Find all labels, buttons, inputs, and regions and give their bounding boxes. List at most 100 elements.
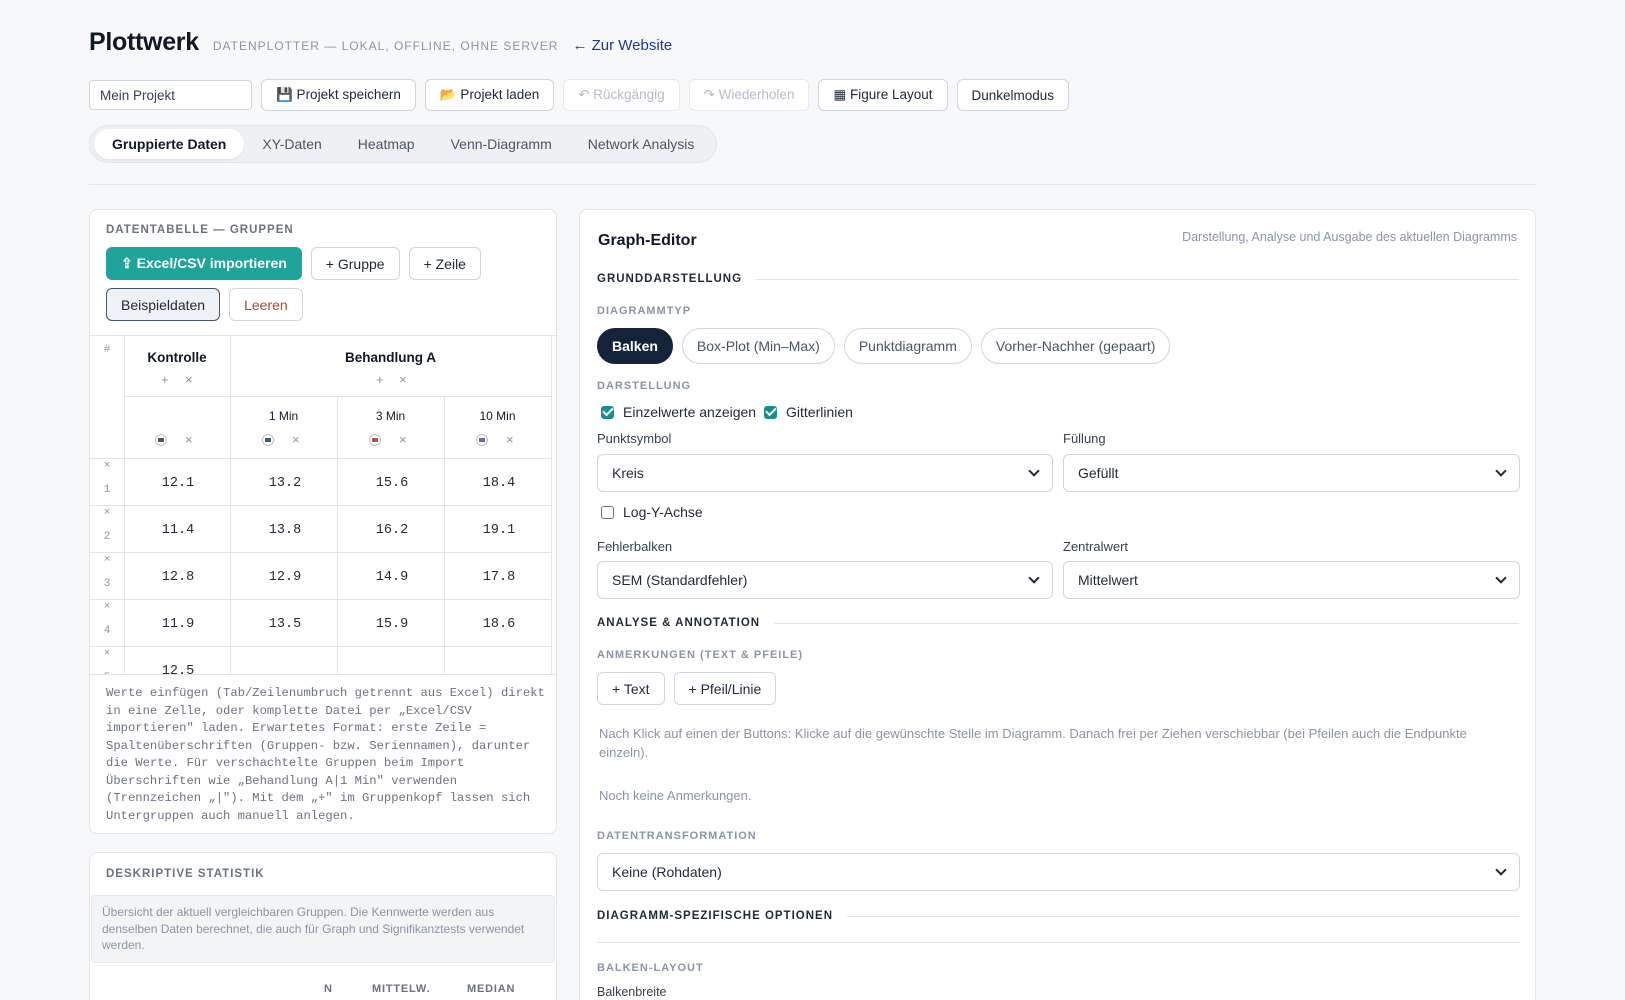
fill-select[interactable]: Gefüllt — [1063, 454, 1520, 492]
checkbox-checked-icon[interactable] — [601, 405, 614, 419]
back-to-website-link[interactable]: ← Zur Website — [572, 37, 672, 54]
subgroup-header[interactable]: 1 Min — [230, 409, 337, 423]
example-data-button[interactable]: Beispieldaten — [106, 288, 221, 321]
delete-row-icon[interactable]: × — [90, 507, 124, 519]
data-cell[interactable]: 18.6 — [447, 617, 551, 632]
mode-tabs: Gruppierte Daten XY-Daten Heatmap Venn-D… — [89, 125, 718, 163]
data-cell[interactable]: 12.9 — [233, 570, 337, 585]
series-color-swatch[interactable] — [155, 434, 167, 446]
checkbox-unchecked-icon[interactable] — [601, 505, 614, 519]
log-y-checkbox[interactable]: Log-Y-Achse — [601, 504, 703, 520]
clear-button[interactable]: Leeren — [229, 288, 303, 321]
row-index-header: # — [103, 344, 111, 356]
error-bars-label: Fehlerbalken — [597, 539, 673, 554]
add-group-button[interactable]: + Gruppe — [310, 247, 400, 280]
central-value-select-value: Mittelwert — [1078, 572, 1138, 588]
delete-series-icon[interactable]: × — [185, 432, 193, 447]
chart-type-boxplot[interactable]: Box-Plot (Min–Max) — [681, 328, 835, 364]
chart-type-before-after[interactable]: Vorher-Nachher (gepaart) — [980, 328, 1171, 364]
checkbox-checked-icon[interactable] — [764, 405, 777, 419]
section-basic: GRUNDDARSTELLUNG — [597, 273, 1519, 285]
delete-row-icon[interactable]: × — [90, 554, 124, 566]
central-value-select[interactable]: Mittelwert — [1063, 561, 1520, 599]
subgroup-header[interactable]: 10 Min — [444, 409, 551, 423]
app-header: Plottwerk DATENPLOTTER — LOKAL, OFFLINE,… — [89, 28, 672, 57]
section-line — [774, 622, 1519, 624]
show-values-checkbox[interactable]: Einzelwerte anzeigen — [601, 404, 756, 420]
divider — [597, 942, 1520, 943]
add-arrow-button[interactable]: + Pfeil/Linie — [673, 672, 777, 705]
stats-col-n: N — [324, 983, 333, 995]
save-project-button[interactable]: 💾 Projekt speichern — [261, 79, 416, 111]
data-cell[interactable]: 12.8 — [126, 570, 230, 585]
series-color-swatch[interactable] — [369, 434, 381, 446]
error-bars-select[interactable]: SEM (Standardfehler) — [597, 561, 1053, 599]
data-cell[interactable]: 11.4 — [126, 523, 230, 538]
data-table-card: DATENTABELLE — GRUPPEN ⇪ Excel/CSV impor… — [89, 209, 557, 834]
tab-network-analysis[interactable]: Network Analysis — [570, 129, 713, 159]
series-color-swatch[interactable] — [262, 434, 274, 446]
data-cell[interactable]: 13.5 — [233, 617, 337, 632]
delete-group-icon[interactable]: × — [399, 372, 407, 387]
figure-layout-button[interactable]: ▦ Figure Layout — [818, 79, 948, 111]
data-cell[interactable]: 13.8 — [233, 523, 337, 538]
tab-heatmap[interactable]: Heatmap — [340, 129, 433, 159]
grid-line — [337, 396, 338, 674]
gridlines-checkbox[interactable]: Gitterlinien — [764, 404, 853, 420]
data-cell[interactable]: 15.6 — [340, 476, 444, 491]
data-cell[interactable]: 19.1 — [447, 523, 551, 538]
toolbar: 💾 Projekt speichern 📂 Projekt laden ↶ Rü… — [89, 79, 1070, 111]
delete-row-icon[interactable]: × — [90, 601, 124, 613]
transform-select[interactable]: Keine (Rohdaten) — [597, 853, 1520, 891]
add-text-button[interactable]: + Text — [597, 672, 665, 705]
import-excel-csv-button[interactable]: ⇪ Excel/CSV importieren — [106, 247, 302, 280]
add-subgroup-icon[interactable]: + — [376, 372, 384, 387]
subgroup-header[interactable]: 3 Min — [337, 409, 444, 423]
delete-group-icon[interactable]: × — [185, 372, 193, 387]
data-cell[interactable]: 17.8 — [447, 570, 551, 585]
grid-line — [444, 396, 445, 674]
group-header-kontrolle[interactable]: Kontrolle — [124, 350, 230, 365]
project-name-input[interactable] — [89, 80, 252, 110]
series-color-swatch[interactable] — [476, 434, 488, 446]
add-subgroup-icon[interactable]: + — [161, 372, 169, 387]
dark-mode-button[interactable]: Dunkelmodus — [956, 79, 1070, 111]
no-annotations-text: Noch keine Anmerkungen. — [599, 788, 752, 803]
data-cell[interactable]: 12.5 — [126, 664, 230, 674]
chart-type-dotplot[interactable]: Punktdiagramm — [843, 328, 972, 364]
delete-series-icon[interactable]: × — [292, 432, 300, 447]
tab-venn-diagram[interactable]: Venn-Diagramm — [433, 129, 570, 159]
grid-line — [90, 646, 551, 647]
redo-button[interactable]: ↷ Wiederholen — [688, 79, 810, 111]
data-cell[interactable]: 14.9 — [340, 570, 444, 585]
app-title: Plottwerk — [89, 28, 199, 56]
group-header-behandlung-a[interactable]: Behandlung A — [230, 350, 551, 365]
load-project-button[interactable]: 📂 Projekt laden — [424, 79, 555, 111]
data-cell[interactable]: 13.2 — [233, 476, 337, 491]
delete-row-icon[interactable]: × — [90, 648, 124, 660]
transform-select-value: Keine (Rohdaten) — [612, 864, 722, 880]
chart-type-bar[interactable]: Balken — [597, 328, 673, 364]
grid-line — [124, 396, 551, 397]
delete-series-icon[interactable]: × — [399, 432, 407, 447]
undo-button[interactable]: ↶ Rückgängig — [563, 79, 680, 111]
display-label: DARSTELLUNG — [597, 380, 692, 392]
tab-xy-data[interactable]: XY-Daten — [244, 129, 339, 159]
data-cell[interactable]: 15.9 — [340, 617, 444, 632]
data-cell[interactable]: 11.9 — [126, 617, 230, 632]
section-specific-title: DIAGRAMM-SPEZIFISCHE OPTIONEN — [597, 910, 834, 922]
delete-series-icon[interactable]: × — [506, 432, 514, 447]
grid-line — [551, 336, 552, 674]
add-row-button[interactable]: + Zeile — [408, 247, 481, 280]
section-line — [847, 915, 1519, 917]
row-number: 2 — [103, 531, 111, 543]
tab-grouped-data[interactable]: Gruppierte Daten — [94, 129, 245, 159]
import-help-text: Werte einfügen (Tab/Zeilenumbruch getren… — [106, 686, 545, 823]
section-analysis-title: ANALYSE & ANNOTATION — [597, 617, 761, 629]
data-cell[interactable]: 16.2 — [340, 523, 444, 538]
data-cell[interactable]: 18.4 — [447, 476, 551, 491]
delete-row-icon[interactable]: × — [90, 460, 124, 472]
marker-select[interactable]: Kreis — [597, 454, 1053, 492]
data-cell[interactable]: 12.1 — [126, 476, 230, 491]
show-values-label: Einzelwerte anzeigen — [623, 404, 757, 420]
